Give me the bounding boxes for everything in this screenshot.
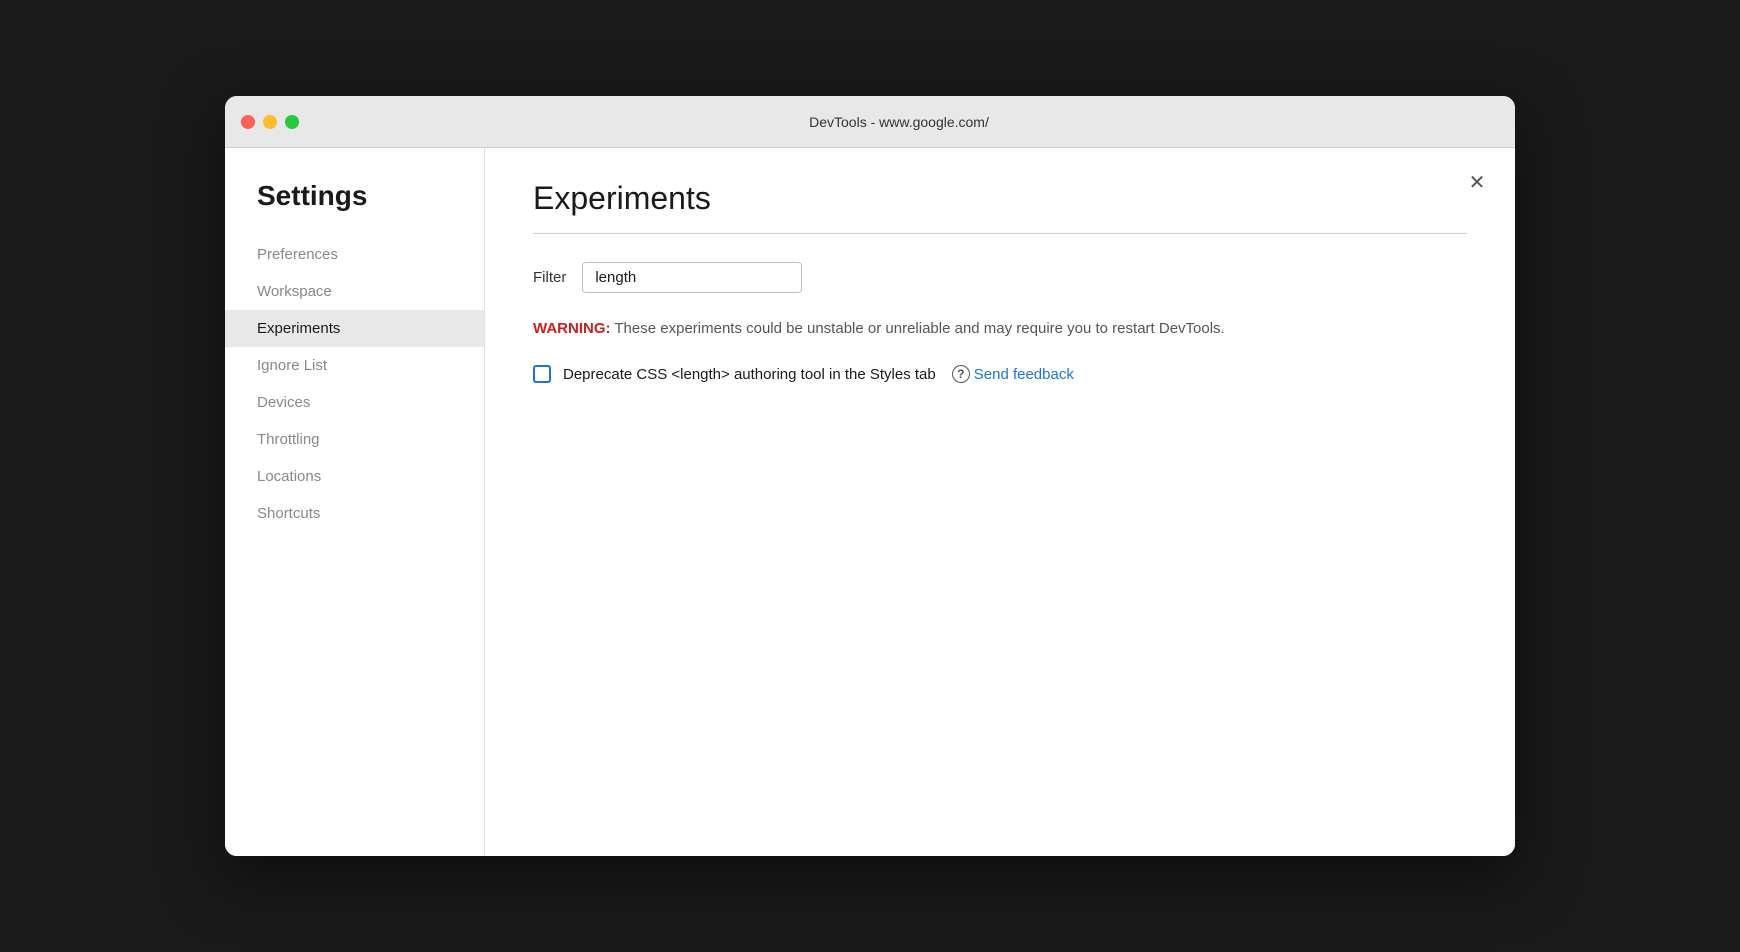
sidebar-heading: Settings xyxy=(225,180,484,236)
sidebar: Settings Preferences Workspace Experimen… xyxy=(225,148,485,856)
traffic-lights xyxy=(241,115,299,129)
sidebar-item-preferences[interactable]: Preferences xyxy=(225,236,484,273)
close-button[interactable]: ✕ xyxy=(1463,168,1491,196)
title-divider xyxy=(533,233,1467,234)
main-content: ✕ Experiments Filter WARNING: These expe… xyxy=(485,148,1515,856)
sidebar-item-workspace[interactable]: Workspace xyxy=(225,273,484,310)
sidebar-item-locations[interactable]: Locations xyxy=(225,458,484,495)
titlebar-title: DevTools - www.google.com/ xyxy=(299,114,1499,130)
sidebar-item-shortcuts[interactable]: Shortcuts xyxy=(225,495,484,532)
sidebar-item-devices[interactable]: Devices xyxy=(225,384,484,421)
sidebar-item-throttling[interactable]: Throttling xyxy=(225,421,484,458)
filter-row: Filter xyxy=(533,262,1467,293)
experiment-label: Deprecate CSS <length> authoring tool in… xyxy=(563,366,936,383)
page-title: Experiments xyxy=(533,180,1467,217)
sidebar-item-experiments[interactable]: Experiments xyxy=(225,310,484,347)
titlebar: DevTools - www.google.com/ xyxy=(225,96,1515,148)
experiment-checkbox[interactable] xyxy=(533,365,551,383)
help-icon[interactable]: ? xyxy=(952,365,970,383)
warning-message: WARNING: These experiments could be unst… xyxy=(533,317,1467,341)
close-traffic-light[interactable] xyxy=(241,115,255,129)
maximize-traffic-light[interactable] xyxy=(285,115,299,129)
warning-body: These experiments could be unstable or u… xyxy=(611,320,1225,337)
filter-input[interactable] xyxy=(582,262,802,293)
warning-label: WARNING: xyxy=(533,320,611,337)
devtools-window: DevTools - www.google.com/ Settings Pref… xyxy=(225,96,1515,856)
content-area: Settings Preferences Workspace Experimen… xyxy=(225,148,1515,856)
sidebar-item-ignore-list[interactable]: Ignore List xyxy=(225,347,484,384)
experiment-meta: ? Send feedback xyxy=(948,365,1074,383)
minimize-traffic-light[interactable] xyxy=(263,115,277,129)
send-feedback-link[interactable]: Send feedback xyxy=(974,366,1074,383)
filter-label: Filter xyxy=(533,269,566,286)
experiment-row: Deprecate CSS <length> authoring tool in… xyxy=(533,365,1467,383)
